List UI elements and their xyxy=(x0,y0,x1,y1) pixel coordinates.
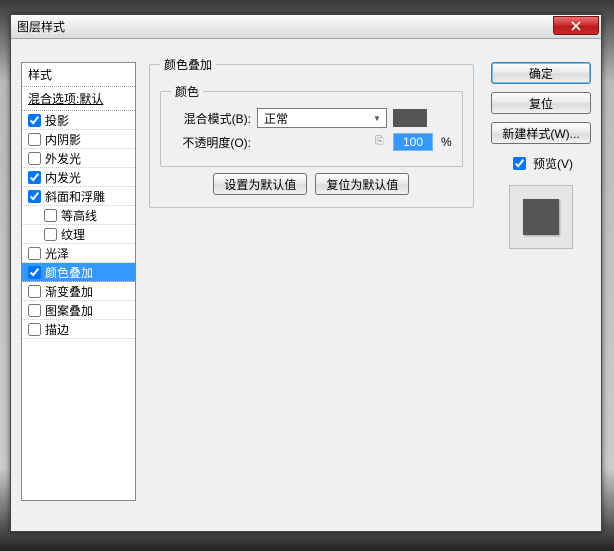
style-item-label: 内发光 xyxy=(45,169,81,186)
style-item-label: 纹理 xyxy=(61,226,85,243)
style-item-checkbox[interactable] xyxy=(28,190,41,203)
style-item-checkbox[interactable] xyxy=(44,228,57,241)
preview-swatch-wrap xyxy=(509,185,573,249)
blend-mode-row: 混合模式(B): 正常 ▼ xyxy=(171,106,452,130)
style-item-label: 投影 xyxy=(45,112,69,129)
style-item[interactable]: 投影 xyxy=(22,111,135,130)
blend-mode-select[interactable]: 正常 ▼ xyxy=(257,108,387,128)
opacity-suffix: % xyxy=(441,135,452,149)
style-item[interactable]: 内阴影 xyxy=(22,130,135,149)
close-button[interactable] xyxy=(553,16,599,35)
close-icon xyxy=(571,21,581,31)
preview-checkbox-row[interactable]: 预览(V) xyxy=(509,154,573,173)
style-item-label: 描边 xyxy=(45,321,69,338)
style-item[interactable]: 图案叠加 xyxy=(22,301,135,320)
style-item-checkbox[interactable] xyxy=(28,133,41,146)
client-area: 样式 混合选项:默认 投影内阴影外发光内发光斜面和浮雕等高线纹理光泽颜色叠加渐变… xyxy=(11,39,601,531)
right-panel: 确定 复位 新建样式(W)... 预览(V) xyxy=(491,62,591,249)
blend-mode-label: 混合模式(B): xyxy=(171,110,251,127)
style-item-label: 内阴影 xyxy=(45,131,81,148)
style-item-label: 渐变叠加 xyxy=(45,283,93,300)
style-item[interactable]: 等高线 xyxy=(22,206,135,225)
style-item-checkbox[interactable] xyxy=(28,323,41,336)
style-item-label: 斜面和浮雕 xyxy=(45,188,105,205)
style-item-label: 光泽 xyxy=(45,245,69,262)
style-item[interactable]: 斜面和浮雕 xyxy=(22,187,135,206)
opacity-row: 不透明度(O): ⎘ % xyxy=(171,130,452,154)
style-item-checkbox[interactable] xyxy=(28,266,41,279)
style-item-checkbox[interactable] xyxy=(28,152,41,165)
style-item-label: 外发光 xyxy=(45,150,81,167)
preview-swatch xyxy=(523,199,559,235)
color-group: 颜色 混合模式(B): 正常 ▼ 不透明度(O): xyxy=(160,83,463,167)
style-item-checkbox[interactable] xyxy=(28,114,41,127)
dialog-window: 图层样式 样式 混合选项:默认 投影内阴影外发光内发光斜面和浮雕等高线纹理光泽颜… xyxy=(10,14,602,532)
style-item-checkbox[interactable] xyxy=(28,304,41,317)
titlebar: 图层样式 xyxy=(11,15,601,39)
reset-default-button[interactable]: 复位为默认值 xyxy=(315,173,409,195)
style-list-header[interactable]: 样式 xyxy=(22,63,135,87)
cancel-button[interactable]: 复位 xyxy=(491,92,591,114)
center-panel: 颜色叠加 颜色 混合模式(B): 正常 ▼ 不透明度(O): xyxy=(149,56,469,214)
preview-label: 预览(V) xyxy=(533,155,573,172)
style-listbox: 样式 混合选项:默认 投影内阴影外发光内发光斜面和浮雕等高线纹理光泽颜色叠加渐变… xyxy=(21,62,136,501)
style-list-subheader[interactable]: 混合选项:默认 xyxy=(22,87,135,111)
defaults-row: 设置为默认值 复位为默认值 xyxy=(160,173,463,195)
style-item-label: 等高线 xyxy=(61,207,97,224)
make-default-button[interactable]: 设置为默认值 xyxy=(213,173,307,195)
color-group-title: 颜色 xyxy=(171,83,203,100)
style-item-checkbox[interactable] xyxy=(28,285,41,298)
ok-button[interactable]: 确定 xyxy=(491,62,591,84)
overlay-color-swatch[interactable] xyxy=(393,109,427,127)
style-item[interactable]: 光泽 xyxy=(22,244,135,263)
blend-mode-value: 正常 xyxy=(264,110,288,127)
style-item-checkbox[interactable] xyxy=(28,247,41,260)
style-item[interactable]: 渐变叠加 xyxy=(22,282,135,301)
style-item-checkbox[interactable] xyxy=(28,171,41,184)
style-item-checkbox[interactable] xyxy=(44,209,57,222)
link-icon: ⎘ xyxy=(375,135,387,149)
style-item-label: 颜色叠加 xyxy=(45,264,93,281)
style-item[interactable]: 颜色叠加 xyxy=(22,263,135,282)
opacity-input[interactable] xyxy=(393,133,433,151)
style-item[interactable]: 纹理 xyxy=(22,225,135,244)
chevron-down-icon: ▼ xyxy=(370,111,384,125)
outer-group-title: 颜色叠加 xyxy=(160,56,216,73)
style-item[interactable]: 外发光 xyxy=(22,149,135,168)
outer-group: 颜色叠加 颜色 混合模式(B): 正常 ▼ 不透明度(O): xyxy=(149,56,474,208)
style-item[interactable]: 描边 xyxy=(22,320,135,339)
window-title: 图层样式 xyxy=(17,18,65,35)
style-item[interactable]: 内发光 xyxy=(22,168,135,187)
new-style-button[interactable]: 新建样式(W)... xyxy=(491,122,591,144)
opacity-label: 不透明度(O): xyxy=(171,134,251,151)
style-item-label: 图案叠加 xyxy=(45,302,93,319)
preview-checkbox[interactable] xyxy=(513,157,526,170)
